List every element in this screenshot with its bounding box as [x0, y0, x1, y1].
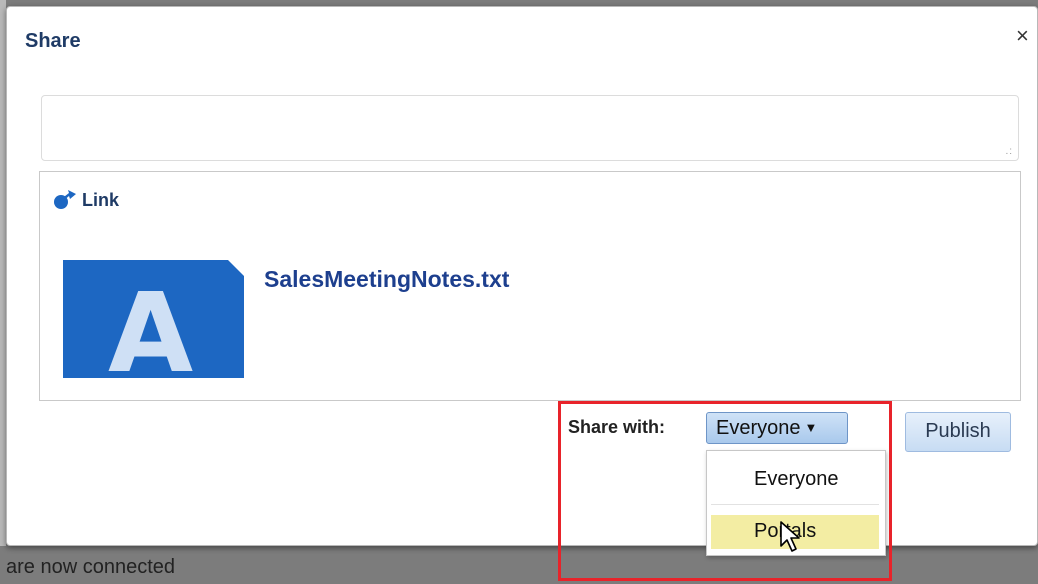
file-type-letter: A — [108, 269, 194, 378]
share-with-label: Share with: — [568, 417, 666, 437]
link-label: Link — [82, 190, 120, 210]
mouse-pointer-icon — [780, 521, 800, 552]
publish-button[interactable]: Publish — [905, 412, 1011, 452]
page-fold-corner — [227, 260, 244, 277]
background-status-text: are now connected — [6, 556, 176, 578]
file-name-link[interactable]: SalesMeetingNotes.txt — [264, 266, 509, 293]
caret-down-icon: ▼ — [804, 420, 818, 435]
link-preview-card: Link A SalesMeetingNotes.txt — [39, 171, 1021, 401]
file-thumbnail[interactable]: A — [63, 260, 244, 378]
resize-grip-icon[interactable]: .: — [1005, 146, 1013, 157]
dropdown-option-everyone[interactable]: Everyone — [711, 463, 879, 497]
share-comment-textarea[interactable]: .: — [41, 95, 1019, 161]
dialog-title: Share — [25, 30, 81, 52]
close-icon[interactable]: × — [1016, 23, 1029, 49]
share-with-selected-value: Everyone — [716, 417, 801, 439]
share-arrow-icon — [54, 190, 76, 209]
share-with-select[interactable]: Everyone ▼ — [706, 412, 848, 444]
dropdown-divider — [711, 504, 879, 505]
